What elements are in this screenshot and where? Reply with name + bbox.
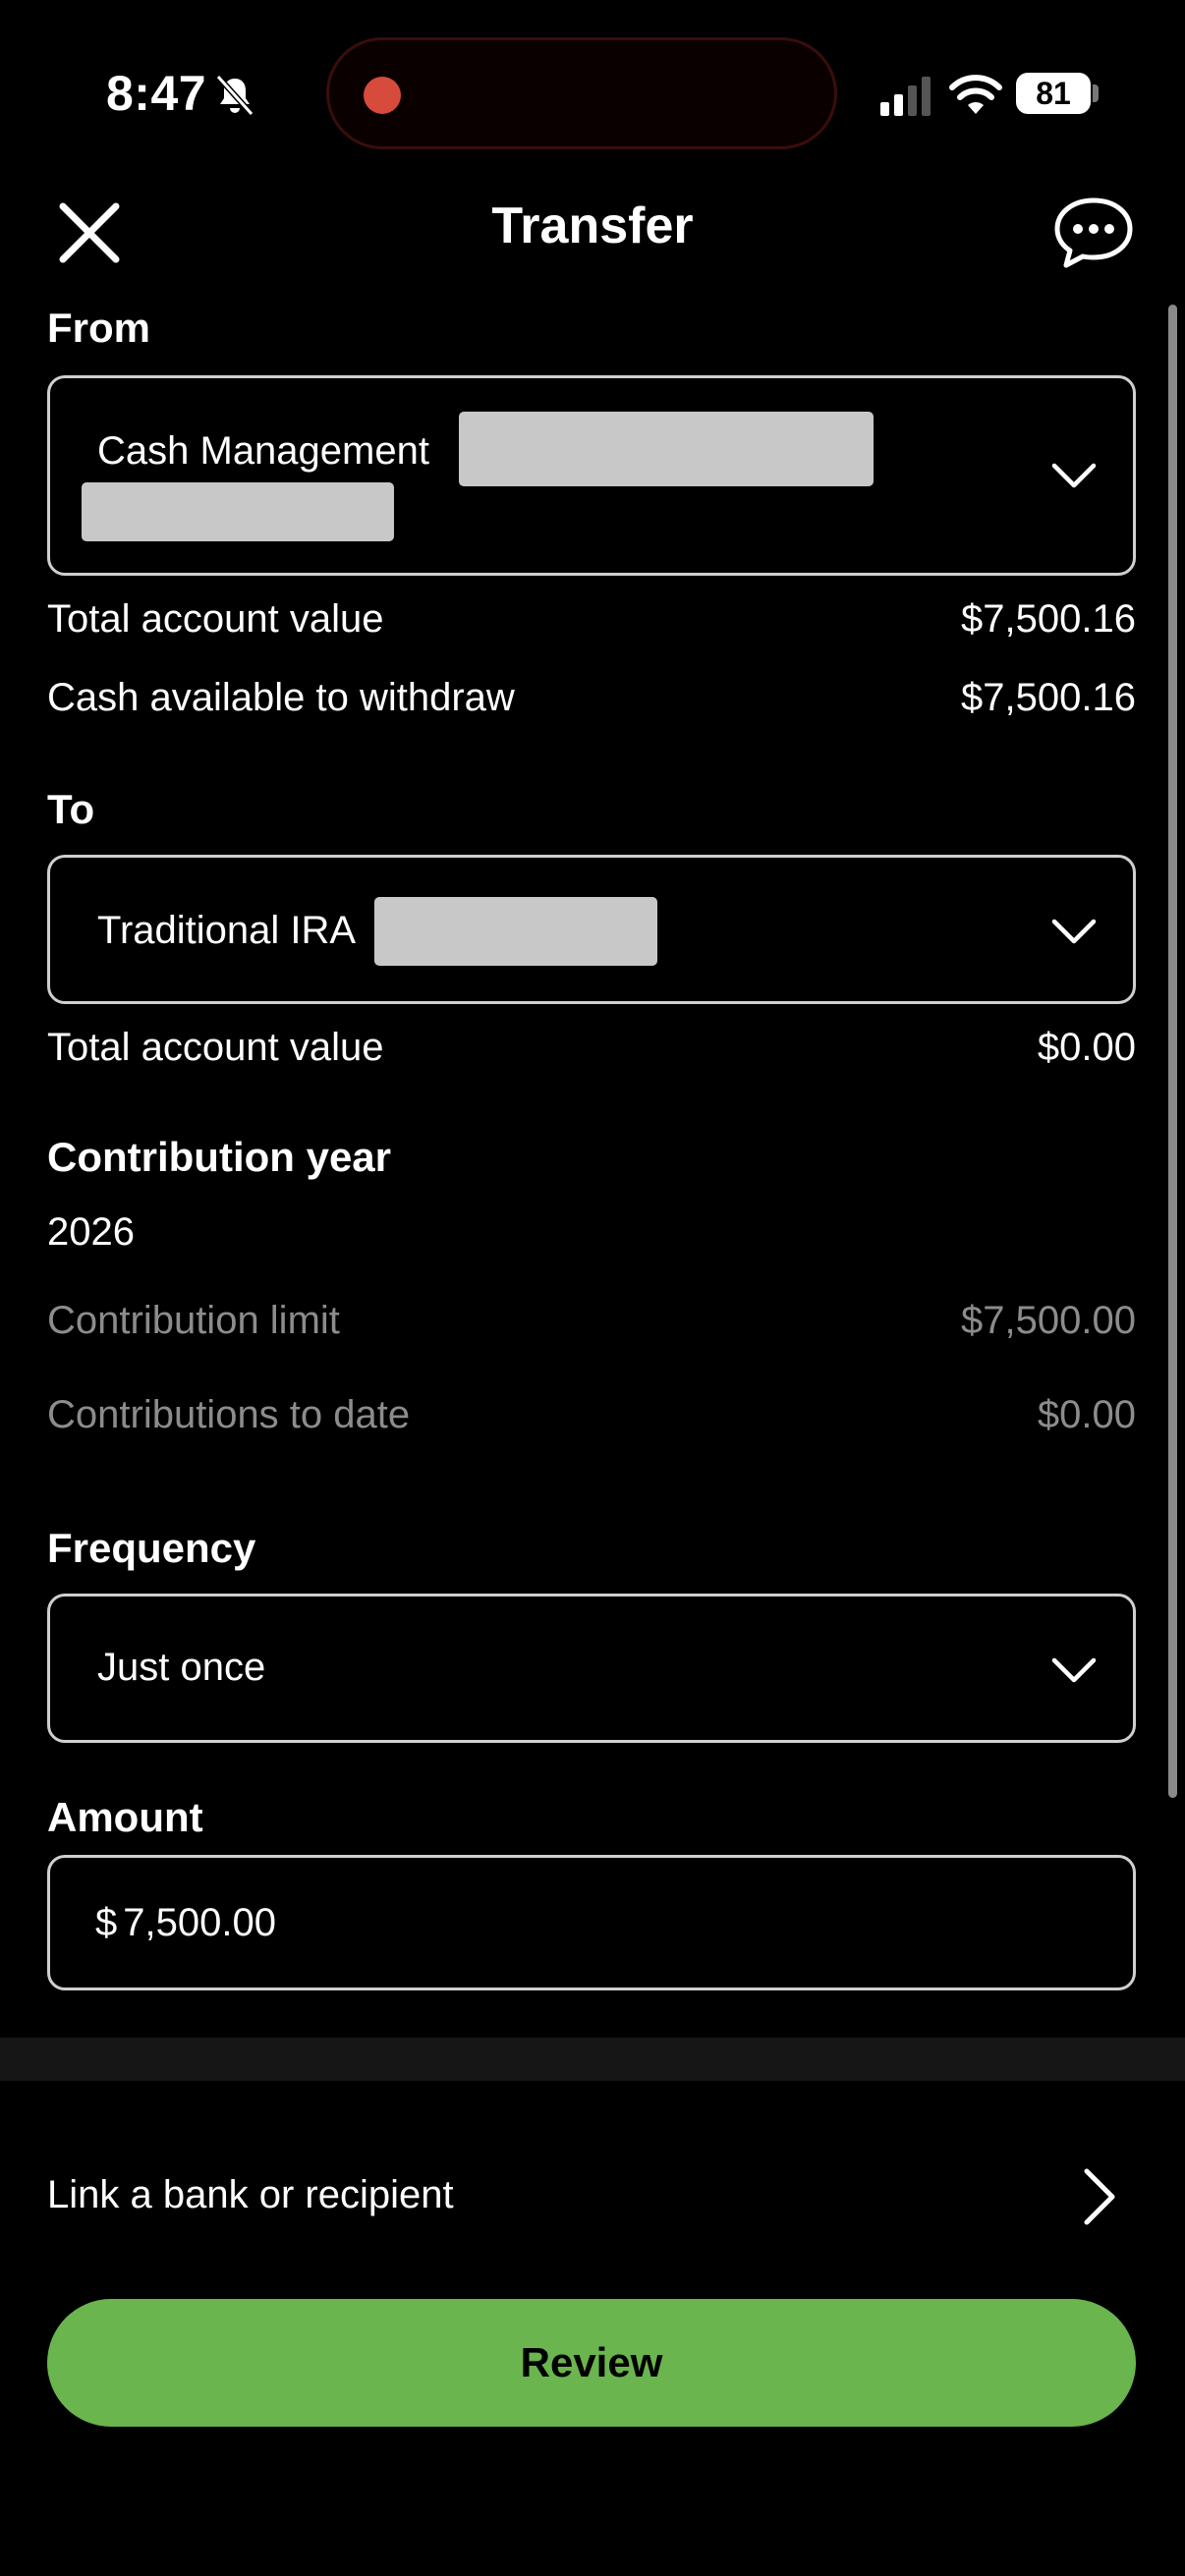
wifi-icon <box>949 75 1002 114</box>
currency-symbol: $ <box>95 1901 118 1944</box>
to-account-select[interactable]: Traditional IRA <box>47 855 1136 1004</box>
chevron-right-icon <box>1084 2168 1115 2225</box>
amount-value: 7,500.00 <box>123 1901 276 1944</box>
page-title: Transfer <box>491 197 694 254</box>
review-button[interactable]: Review <box>47 2299 1136 2427</box>
contributions-to-date-row: Contributions to date $0.00 <box>47 1393 1136 1437</box>
cash-available-value: $7,500.16 <box>961 676 1136 719</box>
to-total-value-row: Total account value $0.00 <box>47 1026 1136 1070</box>
cash-available-row: Cash available to withdraw $7,500.16 <box>47 676 1136 720</box>
from-account-select[interactable]: Cash Management <box>47 375 1136 576</box>
frequency-select[interactable]: Just once <box>47 1594 1136 1743</box>
battery-level: 81 <box>1036 75 1071 111</box>
cash-available-label: Cash available to withdraw <box>47 676 515 719</box>
to-total-value: $0.00 <box>1037 1026 1136 1069</box>
contribution-year-row: 2026 <box>47 1210 1136 1255</box>
from-total-value-row: Total account value $7,500.16 <box>47 597 1136 642</box>
from-total-value: $7,500.16 <box>961 597 1136 641</box>
contributions-to-date-label: Contributions to date <box>47 1393 411 1436</box>
battery-tip <box>1093 84 1099 102</box>
recording-indicator <box>364 77 401 114</box>
link-bank-row[interactable]: Link a bank or recipient <box>47 2167 1136 2226</box>
contribution-year-value: 2026 <box>47 1210 135 1254</box>
chevron-down-icon <box>1051 463 1097 488</box>
from-account-name: Cash Management <box>97 429 429 473</box>
battery-icon: 81 <box>1016 73 1091 114</box>
status-time: 8:47 <box>106 66 207 121</box>
to-label: To <box>47 786 95 832</box>
link-bank-label: Link a bank or recipient <box>47 2173 454 2216</box>
redacted-account-number <box>374 897 657 966</box>
chevron-down-icon <box>1051 1657 1097 1683</box>
chevron-down-icon <box>1051 919 1097 944</box>
redacted-account-number <box>459 412 874 486</box>
contribution-limit-value: $7,500.00 <box>961 1299 1136 1342</box>
frequency-value: Just once <box>97 1646 266 1689</box>
from-total-value-label: Total account value <box>47 597 384 641</box>
contribution-limit-row: Contribution limit $7,500.00 <box>47 1299 1136 1343</box>
scrollbar[interactable] <box>1168 305 1177 1798</box>
contribution-year-label: Contribution year <box>47 1134 392 1180</box>
dynamic-island <box>326 37 837 149</box>
section-divider <box>0 2038 1185 2081</box>
chat-bubble-icon[interactable] <box>1053 196 1134 269</box>
contributions-to-date-value: $0.00 <box>1037 1393 1136 1436</box>
to-account-name: Traditional IRA <box>97 909 357 952</box>
from-label: From <box>47 305 150 351</box>
bell-slash-icon <box>215 74 254 117</box>
amount-value-text: $7,500.00 <box>95 1901 276 1945</box>
contribution-limit-label: Contribution limit <box>47 1299 340 1342</box>
signal-icon <box>880 77 931 116</box>
amount-input[interactable]: $7,500.00 <box>47 1855 1136 1990</box>
redacted-account-detail <box>82 482 394 541</box>
to-total-value-label: Total account value <box>47 1026 384 1069</box>
frequency-label: Frequency <box>47 1525 256 1571</box>
amount-label: Amount <box>47 1794 203 1840</box>
